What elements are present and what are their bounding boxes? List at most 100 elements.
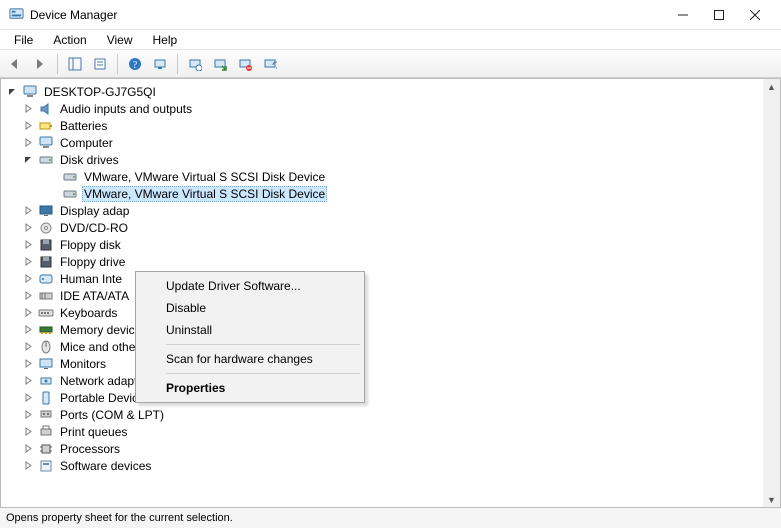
expander-open-icon[interactable] [23, 154, 34, 165]
tree-category-label: Floppy disk [58, 238, 123, 252]
tree-category-label: Keyboards [58, 306, 119, 320]
context-menu-item[interactable]: Disable [138, 297, 362, 319]
expander-closed-icon[interactable] [23, 239, 34, 250]
tree-category[interactable]: Disk drives [5, 151, 763, 168]
expander-closed-icon[interactable] [23, 290, 34, 301]
tree-device[interactable]: VMware, VMware Virtual S SCSI Disk Devic… [5, 185, 763, 202]
tree-category[interactable]: Memory devices [5, 321, 763, 338]
tree-category[interactable]: Portable Devices [5, 389, 763, 406]
tree-root[interactable]: DESKTOP-GJ7G5QI [5, 83, 763, 100]
update-driver-button[interactable] [184, 53, 206, 75]
context-menu-item[interactable]: Scan for hardware changes [138, 348, 362, 370]
device-tree-panel: DESKTOP-GJ7G5QI Audio inputs and outputs… [0, 78, 781, 508]
tree-category[interactable]: Human Inte [5, 270, 763, 287]
toolbar: ? [0, 50, 781, 78]
context-menu-item[interactable]: Update Driver Software... [138, 275, 362, 297]
tree-category-label: Print queues [58, 425, 129, 439]
tree-category[interactable]: Monitors [5, 355, 763, 372]
tree-category[interactable]: Network adapters [5, 372, 763, 389]
expander-closed-icon[interactable] [23, 392, 34, 403]
help-button[interactable]: ? [124, 53, 146, 75]
tree-category-label: Monitors [58, 357, 108, 371]
tree-device-label: VMware, VMware Virtual S SCSI Disk Devic… [82, 170, 327, 184]
expander-closed-icon[interactable] [23, 324, 34, 335]
memory-icon [38, 322, 54, 338]
tree-device[interactable]: VMware, VMware Virtual S SCSI Disk Devic… [5, 168, 763, 185]
expander-closed-icon[interactable] [23, 273, 34, 284]
menu-help[interactable]: Help [145, 32, 186, 48]
expander-closed-icon[interactable] [23, 222, 34, 233]
scan-hardware-button[interactable] [149, 53, 171, 75]
tree-category[interactable]: Software devices [5, 457, 763, 474]
context-menu-item[interactable]: Uninstall [138, 319, 362, 341]
keyboard-icon [38, 305, 54, 321]
menu-view[interactable]: View [99, 32, 141, 48]
expander-closed-icon[interactable] [23, 137, 34, 148]
hid-icon [38, 271, 54, 287]
forward-button[interactable] [29, 53, 51, 75]
tree-category[interactable]: Ports (COM & LPT) [5, 406, 763, 423]
tree-category-label: Floppy drive [58, 255, 127, 269]
expander-closed-icon[interactable] [23, 341, 34, 352]
scan-changes-button[interactable] [259, 53, 281, 75]
vertical-scrollbar[interactable]: ▲ ▼ [763, 79, 780, 507]
menubar: File Action View Help [0, 30, 781, 50]
tree-category[interactable]: Floppy disk [5, 236, 763, 253]
cpu-icon [38, 441, 54, 457]
toolbar-separator [177, 54, 178, 74]
tree-category[interactable]: Audio inputs and outputs [5, 100, 763, 117]
expander-closed-icon[interactable] [23, 426, 34, 437]
software-icon [38, 458, 54, 474]
tree-category-label: DVD/CD-RO [58, 221, 130, 235]
tree-category[interactable]: Computer [5, 134, 763, 151]
tree-category-label: Display adap [58, 204, 131, 218]
context-menu-item[interactable]: Properties [138, 377, 362, 399]
toolbar-separator [117, 54, 118, 74]
expander-open-icon[interactable] [7, 86, 18, 97]
expander-closed-icon[interactable] [23, 205, 34, 216]
close-button[interactable] [737, 1, 773, 29]
expander-closed-icon[interactable] [23, 120, 34, 131]
menu-action[interactable]: Action [45, 32, 94, 48]
tree-category-label: Processors [58, 442, 122, 456]
tree-category[interactable]: Print queues [5, 423, 763, 440]
computer-icon [38, 135, 54, 151]
device-tree[interactable]: DESKTOP-GJ7G5QI Audio inputs and outputs… [1, 79, 763, 507]
tree-category[interactable]: Mice and other pointing devices [5, 338, 763, 355]
expander-closed-icon[interactable] [23, 256, 34, 267]
tree-category[interactable]: Floppy drive [5, 253, 763, 270]
context-menu-separator [166, 344, 360, 345]
scroll-down-arrow[interactable]: ▼ [763, 492, 780, 507]
back-button[interactable] [4, 53, 26, 75]
tree-category[interactable]: Processors [5, 440, 763, 457]
tree-category[interactable]: Keyboards [5, 304, 763, 321]
disk-icon [38, 152, 54, 168]
tree-category[interactable]: Batteries [5, 117, 763, 134]
expander-closed-icon[interactable] [23, 460, 34, 471]
tree-category-label: Audio inputs and outputs [58, 102, 194, 116]
enable-device-button[interactable] [209, 53, 231, 75]
scroll-up-arrow[interactable]: ▲ [763, 79, 780, 94]
computer-icon [22, 84, 38, 100]
expander-closed-icon[interactable] [23, 375, 34, 386]
floppy-icon [38, 254, 54, 270]
minimize-button[interactable] [665, 1, 701, 29]
expander-closed-icon[interactable] [23, 409, 34, 420]
expander-closed-icon[interactable] [23, 443, 34, 454]
disk-icon [62, 169, 78, 185]
expander-closed-icon[interactable] [23, 103, 34, 114]
properties-button[interactable] [89, 53, 111, 75]
portable-icon [38, 390, 54, 406]
tree-root-label: DESKTOP-GJ7G5QI [42, 85, 158, 99]
tree-category[interactable]: Display adap [5, 202, 763, 219]
menu-file[interactable]: File [6, 32, 41, 48]
tree-category[interactable]: IDE ATA/ATA [5, 287, 763, 304]
svg-text:?: ? [133, 60, 138, 71]
expander-closed-icon[interactable] [23, 358, 34, 369]
tree-category[interactable]: DVD/CD-RO [5, 219, 763, 236]
show-hide-tree-button[interactable] [64, 53, 86, 75]
maximize-button[interactable] [701, 1, 737, 29]
uninstall-device-button[interactable] [234, 53, 256, 75]
expander-closed-icon[interactable] [23, 307, 34, 318]
tree-device-label: VMware, VMware Virtual S SCSI Disk Devic… [82, 186, 327, 202]
